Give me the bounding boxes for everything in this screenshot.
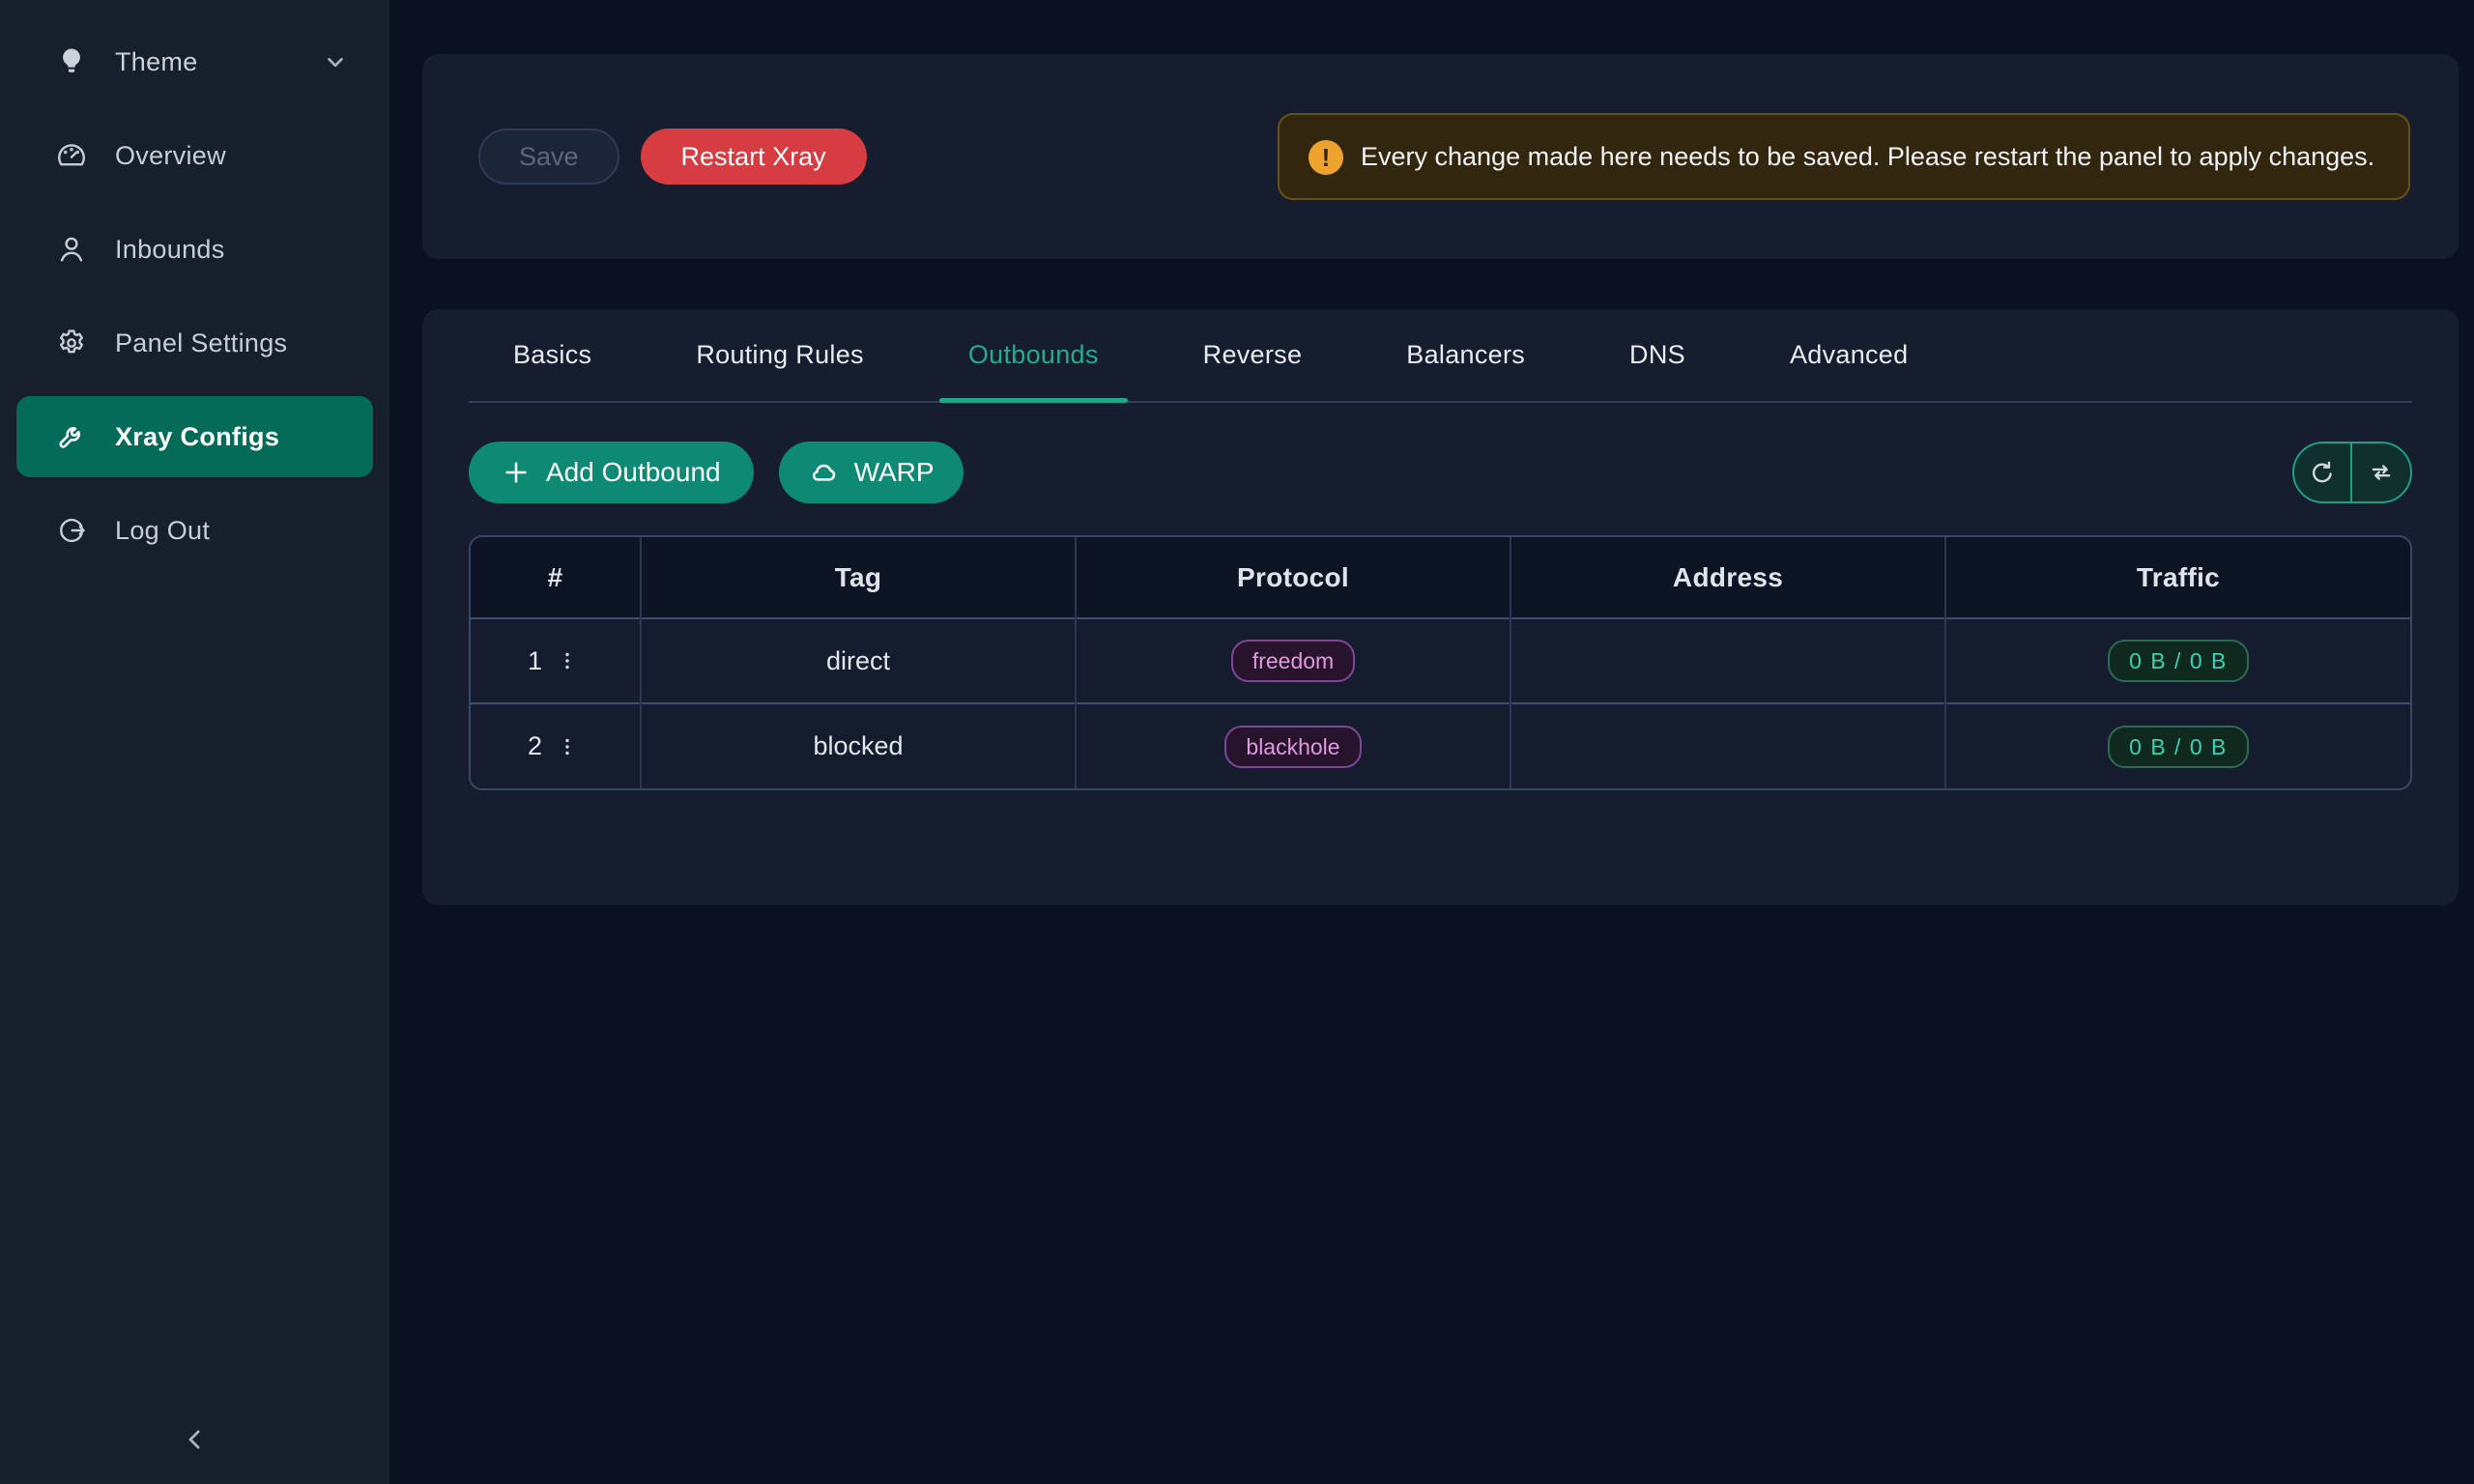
user-icon — [55, 233, 88, 266]
vertical-dots-icon — [556, 735, 579, 758]
row-menu-button[interactable] — [552, 645, 583, 676]
sidebar-item-xray-configs[interactable]: Xray Configs — [16, 396, 373, 477]
tab-balancers[interactable]: Balancers — [1377, 309, 1554, 401]
sidebar-item-label: Inbounds — [115, 235, 225, 265]
cloud-icon — [808, 457, 839, 488]
theme-selector[interactable]: Theme — [16, 23, 373, 100]
warp-button[interactable]: WARP — [779, 442, 964, 503]
repeat-button[interactable] — [2352, 443, 2410, 501]
plus-icon — [502, 458, 531, 487]
address-cell — [1510, 618, 1945, 703]
warning-icon — [1309, 140, 1343, 175]
repeat-icon — [2367, 458, 2396, 487]
row-index: 1 — [528, 646, 542, 676]
restart-xray-button[interactable]: Restart Xray — [641, 128, 867, 185]
chevron-down-icon — [323, 49, 348, 74]
alert-text: Every change made here needs to be saved… — [1361, 136, 2374, 177]
save-restart-card: Save Restart Xray Every change made here… — [422, 54, 2459, 259]
main-content: Save Restart Xray Every change made here… — [389, 0, 2474, 1484]
tab-dns[interactable]: DNS — [1600, 309, 1714, 401]
protocol-badge: blackhole — [1224, 726, 1361, 768]
column-header-traffic: Traffic — [1945, 537, 2410, 618]
app-window: Theme Overview Inbounds Panel Settings — [0, 0, 2474, 1484]
lightbulb-icon — [55, 45, 88, 78]
sidebar-item-logout[interactable]: Log Out — [16, 490, 373, 571]
protocol-badge: freedom — [1231, 640, 1355, 682]
add-outbound-label: Add Outbound — [546, 457, 721, 488]
sidebar-item-overview[interactable]: Overview — [16, 115, 373, 196]
tag-cell: direct — [641, 618, 1076, 703]
tab-reverse[interactable]: Reverse — [1174, 309, 1332, 401]
column-header-index: # — [471, 537, 641, 618]
dashboard-gauge-icon — [55, 139, 88, 172]
sidebar-collapse-button[interactable] — [0, 1413, 389, 1467]
traffic-badge: 0 B / 0 B — [2108, 640, 2249, 682]
tab-basics[interactable]: Basics — [484, 309, 620, 401]
top-buttons: Save Restart Xray — [478, 128, 867, 185]
tab-outbounds[interactable]: Outbounds — [939, 309, 1128, 401]
tab-advanced[interactable]: Advanced — [1761, 309, 1938, 401]
address-cell — [1510, 703, 1945, 788]
row-menu-button[interactable] — [552, 731, 583, 762]
table-header-row: # Tag Protocol Address Traffic — [471, 537, 2410, 618]
refresh-button[interactable] — [2294, 443, 2352, 501]
refresh-icon — [2308, 458, 2337, 487]
sidebar-item-inbounds[interactable]: Inbounds — [16, 209, 373, 290]
theme-label: Theme — [115, 47, 198, 77]
table-row: 2 blocked blackhole 0 B / 0 B — [471, 703, 2410, 788]
column-header-tag: Tag — [641, 537, 1076, 618]
tag-cell: blocked — [641, 703, 1076, 788]
table-row: 1 direct freedom 0 B / 0 B — [471, 618, 2410, 703]
sidebar-item-label: Xray Configs — [115, 422, 279, 452]
restart-warning-alert: Every change made here needs to be saved… — [1278, 113, 2410, 200]
warp-label: WARP — [854, 457, 935, 488]
sidebar: Theme Overview Inbounds Panel Settings — [0, 0, 389, 1484]
sidebar-item-label: Log Out — [115, 516, 210, 546]
save-button[interactable]: Save — [478, 128, 619, 185]
config-tabs: Basics Routing Rules Outbounds Reverse B… — [469, 309, 2412, 403]
traffic-badge: 0 B / 0 B — [2108, 726, 2249, 768]
refresh-button-group — [2292, 442, 2412, 503]
add-outbound-button[interactable]: Add Outbound — [469, 442, 754, 503]
chevron-left-icon — [181, 1425, 210, 1454]
column-header-protocol: Protocol — [1076, 537, 1510, 618]
sidebar-item-label: Panel Settings — [115, 328, 287, 358]
logout-icon — [55, 514, 88, 547]
outbounds-actions-row: Add Outbound WARP — [469, 442, 2412, 503]
row-index: 2 — [528, 731, 542, 761]
xray-config-card: Basics Routing Rules Outbounds Reverse B… — [422, 309, 2459, 905]
outbounds-table: # Tag Protocol Address Traffic 1 — [469, 535, 2412, 790]
column-header-address: Address — [1510, 537, 1945, 618]
vertical-dots-icon — [556, 649, 579, 672]
sidebar-item-panel-settings[interactable]: Panel Settings — [16, 302, 373, 384]
sidebar-item-label: Overview — [115, 141, 226, 171]
tab-routing-rules[interactable]: Routing Rules — [667, 309, 893, 401]
wrench-icon — [55, 420, 88, 453]
gear-icon — [55, 327, 88, 359]
